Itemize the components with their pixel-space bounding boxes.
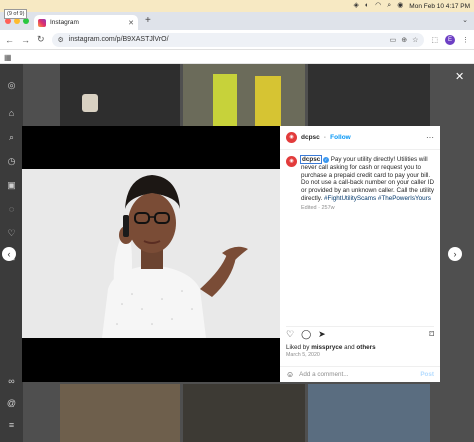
heart-icon[interactable]: ♡: [286, 329, 294, 339]
profile-avatar[interactable]: E: [445, 34, 455, 45]
siri-icon[interactable]: ◉: [397, 0, 403, 12]
threads-icon[interactable]: @: [6, 398, 17, 409]
chevron-left-icon[interactable]: ‹: [2, 247, 16, 261]
bookmark-icon[interactable]: ⌑: [429, 329, 434, 339]
screenshot-counter: (9 of 9): [4, 9, 28, 19]
dot-separator: ·: [323, 134, 327, 141]
browser-tabstrip: Instagram ✕ + ⌄: [0, 12, 474, 30]
grid-post-thumbnail[interactable]: [60, 64, 180, 126]
comment-icon[interactable]: ◯: [301, 329, 311, 339]
likes-and: and: [342, 344, 357, 351]
caption-text: dcpsc ✓ Pay your utility directly! Utili…: [299, 155, 434, 213]
liked-by-user[interactable]: misspryce: [311, 344, 342, 351]
notifications-icon[interactable]: ♡: [6, 228, 17, 239]
caption-avatar[interactable]: ◉: [286, 156, 297, 167]
grid-post-thumbnail[interactable]: [308, 384, 430, 442]
home-icon[interactable]: ⌂: [6, 108, 17, 119]
grid-post-thumbnail[interactable]: [308, 64, 430, 126]
hashtag-link[interactable]: #ThePowerIsYours: [378, 195, 431, 202]
address-bar[interactable]: ⚙ instagram.com/p/B9XASTJlVrO/ ▭ ⊕ ☆: [51, 32, 425, 47]
comment-input[interactable]: Add a comment...: [299, 371, 415, 378]
comment-bar: ☺ Add a comment... Post: [280, 366, 440, 382]
likes-prefix: Liked by: [286, 344, 312, 351]
post-actions: ♡ ◯ ➤ ⌑: [286, 326, 434, 339]
site-info-icon[interactable]: ⚙: [58, 36, 64, 44]
grid-post-thumbnail[interactable]: [60, 384, 180, 442]
account-avatar[interactable]: ◉: [286, 132, 297, 143]
hashtag-link[interactable]: #FightUtilityScams: [324, 195, 376, 202]
new-tab-button[interactable]: +: [145, 15, 151, 26]
reels-icon[interactable]: ▣: [6, 180, 17, 191]
cast-icon[interactable]: ▭: [390, 36, 397, 44]
control-center-icon[interactable]: ◐: [365, 0, 369, 12]
edited-timestamp: Edited · 257w: [301, 204, 335, 211]
likes-summary: Liked by misspryce and others: [286, 344, 376, 351]
instagram-logo-icon[interactable]: ◎: [6, 80, 17, 91]
menubar-clock: Mon Feb 10 4:17 PM: [409, 2, 470, 10]
post-details-panel: ◉ dcpsc · Follow ··· ◉ dcpsc ✓ Pay your …: [280, 126, 440, 382]
post-comment-button[interactable]: Post: [420, 371, 434, 378]
liked-by-others[interactable]: others: [356, 344, 375, 351]
close-tab-icon[interactable]: ✕: [128, 19, 134, 27]
menu-kebab-icon[interactable]: ⋮: [462, 36, 469, 44]
share-icon[interactable]: ➤: [318, 329, 326, 339]
extensions-icon[interactable]: ⬚: [431, 36, 438, 44]
forward-icon[interactable]: →: [21, 35, 30, 45]
reload-icon[interactable]: ↻: [37, 34, 45, 45]
post-media[interactable]: [22, 126, 280, 382]
meta-icon[interactable]: ∞: [6, 376, 17, 387]
caption-handle[interactable]: dcpsc: [299, 155, 323, 164]
search-icon[interactable]: ⌕: [6, 132, 17, 143]
instagram-page: ◎ ⌂ ⌕ ◷ ▣ ◌ ♡ ⊞ ∞ @ ≡ ✕ ‹ ›: [0, 64, 474, 442]
post-header: ◉ dcpsc · Follow ···: [280, 126, 440, 150]
close-icon[interactable]: ✕: [455, 70, 464, 83]
account-handle[interactable]: dcpsc: [301, 134, 320, 141]
chevron-right-icon[interactable]: ›: [448, 247, 462, 261]
bookmarks-bar: ▦: [0, 50, 474, 64]
search-icon[interactable]: ⌕: [387, 0, 391, 12]
grid-post-thumbnail[interactable]: [183, 384, 305, 442]
messages-icon[interactable]: ◌: [6, 204, 17, 215]
bookmark-star-icon[interactable]: ☆: [412, 36, 418, 44]
woman-on-phone-illustration: [102, 175, 248, 338]
more-menu-icon[interactable]: ≡: [6, 420, 17, 431]
dropbox-icon[interactable]: ◈: [354, 0, 359, 12]
tab-search-chevron-icon[interactable]: ⌄: [462, 16, 468, 24]
macos-menubar: ◈ ◐ ◠ ⌕ ◉ Mon Feb 10 4:17 PM: [0, 0, 474, 12]
back-icon[interactable]: ←: [5, 35, 14, 45]
emoji-icon[interactable]: ☺: [286, 370, 294, 379]
post-photo: [22, 169, 280, 338]
explore-icon[interactable]: ◷: [6, 156, 17, 167]
tab-title: Instagram: [50, 19, 79, 26]
url-text[interactable]: instagram.com/p/B9XASTJlVrO/: [69, 36, 385, 43]
browser-toolbar: ← → ↻ ⚙ instagram.com/p/B9XASTJlVrO/ ▭ ⊕…: [0, 30, 474, 50]
zoom-icon[interactable]: ⊕: [401, 36, 407, 44]
post-caption: ◉ dcpsc ✓ Pay your utility directly! Uti…: [286, 155, 434, 213]
follow-button[interactable]: Follow: [330, 134, 351, 141]
grid-post-thumbnail[interactable]: [183, 64, 305, 126]
wifi-icon[interactable]: ◠: [375, 0, 381, 12]
post-date: March 5, 2020: [286, 352, 320, 358]
instagram-favicon-icon: [38, 18, 46, 27]
more-options-icon[interactable]: ···: [426, 133, 434, 142]
apps-grid-icon[interactable]: ▦: [4, 53, 12, 62]
tab-instagram[interactable]: Instagram ✕: [34, 15, 138, 30]
